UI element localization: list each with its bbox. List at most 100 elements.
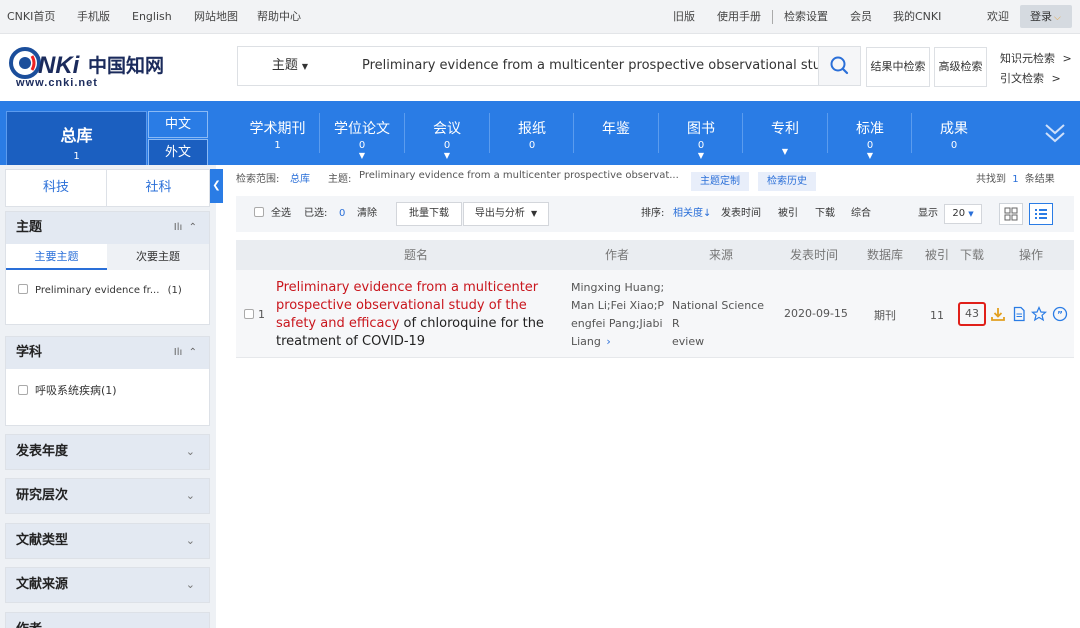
table-row: 1 Preliminary evidence from a multicente… <box>236 270 1074 358</box>
tab-secondary-topic[interactable]: 次要主题 <box>107 244 209 270</box>
results-table-header: 题名 作者 来源 发表时间 数据库 被引 下载 操作 <box>236 240 1074 270</box>
html-read-icon[interactable] <box>1011 306 1027 322</box>
discipline-facet-header[interactable]: 学科 Ilı ⌃ <box>6 337 209 369</box>
search-history-button[interactable]: 检索历史 <box>758 172 816 191</box>
batch-download-button[interactable]: 批量下载 <box>396 202 462 226</box>
chart-collapse-icons[interactable]: Ilı ⌃ <box>174 337 197 369</box>
mobile-link[interactable]: 手机版 <box>77 0 110 34</box>
advanced-search-button[interactable]: 高级检索 <box>934 47 987 87</box>
login-button[interactable]: 登录 ⌵ <box>1020 5 1072 28</box>
tab-standards[interactable]: 标准 0 ▼ <box>828 101 912 165</box>
page-size-select[interactable]: 20 ▼ <box>944 204 982 224</box>
tab-science[interactable]: 科技 <box>6 170 107 206</box>
source-line: National Science R <box>672 299 764 330</box>
citation-search-link[interactable]: 引文检索 > <box>1000 70 1061 86</box>
favorite-icon[interactable] <box>1030 306 1048 322</box>
facet-research-level[interactable]: 研究层次 ⌄ <box>5 478 210 514</box>
selected-count: 0 <box>339 208 346 219</box>
search-button[interactable] <box>818 47 860 85</box>
discipline-facet-item[interactable]: 呼吸系统疾病(1) <box>18 382 117 398</box>
facet-document-type-label: 文献类型 <box>16 533 69 548</box>
download-icon-svg <box>991 308 1005 321</box>
facet-document-type[interactable]: 文献类型 ⌄ <box>5 523 210 559</box>
checkbox[interactable] <box>18 284 28 294</box>
tab-books[interactable]: 图书 0 ▼ <box>659 101 743 165</box>
select-all[interactable]: 全选 <box>254 196 291 232</box>
sort-comprehensive[interactable]: 综合 <box>851 196 871 232</box>
scope-value[interactable]: 总库 <box>290 170 310 185</box>
tab-conferences[interactable]: 会议 0 ▼ <box>405 101 489 165</box>
tab-yearbooks[interactable]: 年鉴 <box>574 101 658 165</box>
sort-publish-time[interactable]: 发表时间 <box>721 196 761 232</box>
facet-author[interactable]: 作者 <box>5 612 210 628</box>
grid-view-button[interactable] <box>999 203 1023 225</box>
search-box: 主题 ▼ Preliminary evidence from a multicen… <box>237 46 861 86</box>
search-field-select[interactable]: 主题 ▼ <box>238 47 342 85</box>
discipline-facet-title: 学科 <box>16 345 43 360</box>
chevron-right-icon[interactable]: › <box>606 335 610 348</box>
newspapers-label: 报纸 <box>518 121 546 137</box>
download-icon[interactable] <box>990 306 1006 322</box>
topic-subtabs: 主要主题 次要主题 <box>6 244 209 270</box>
custom-topic-button[interactable]: 主题定制 <box>691 172 749 191</box>
chevron-down-icon: ▼ <box>781 147 789 156</box>
authors-cell[interactable]: Mingxing Huang; Man Li;Fei Xiao;P engfei… <box>571 279 666 351</box>
facet-source[interactable]: 文献来源 ⌄ <box>5 567 210 603</box>
english-link[interactable]: English <box>132 0 172 34</box>
checkbox[interactable] <box>244 309 254 319</box>
cited-count[interactable]: 11 <box>930 309 944 322</box>
sort-label: 排序: <box>641 208 665 219</box>
tab-main-topic[interactable]: 主要主题 <box>6 244 107 270</box>
sort-downloads[interactable]: 下载 <box>815 196 835 232</box>
help-link[interactable]: 帮助中心 <box>257 0 301 34</box>
manual-link[interactable]: 使用手册 <box>717 0 761 34</box>
topic-facet-header[interactable]: 主题 Ilı ⌃ <box>6 212 209 244</box>
member-link[interactable]: 会员 <box>850 0 872 34</box>
sort-relevance[interactable]: 相关度↓ <box>673 196 711 232</box>
cnki-logo[interactable]: NKi 中国知网 www.cnki.net <box>8 46 170 89</box>
search-in-results-button[interactable]: 结果中检索 <box>866 47 930 87</box>
result-count: 共找到 1 条结果 <box>976 170 1055 185</box>
expand-nav-button[interactable] <box>1040 121 1070 147</box>
export-analysis-button[interactable]: 导出与分析 ▼ <box>463 202 549 226</box>
col-title: 题名 <box>403 248 428 262</box>
search-settings-link[interactable]: 检索设置 <box>784 0 828 34</box>
chart-collapse-icons[interactable]: Ilı ⌃ <box>174 212 197 244</box>
clear-selection-link[interactable]: 清除 <box>357 196 377 232</box>
selected-label: 已选: <box>304 208 328 219</box>
tab-achievements[interactable]: 成果 0 <box>912 101 996 165</box>
search-input[interactable]: Preliminary evidence from a multicenter … <box>362 47 818 85</box>
knowledge-search-link[interactable]: 知识元检索 > <box>1000 50 1072 66</box>
source-link[interactable]: National Science R eview <box>672 297 772 351</box>
list-view-button[interactable] <box>1029 203 1053 225</box>
header: NKi 中国知网 www.cnki.net 主题 ▼ Preliminary ev… <box>0 34 1080 101</box>
cite-icon[interactable]: ” <box>1052 306 1068 322</box>
tab-social-science[interactable]: 社科 <box>108 170 209 206</box>
select-all-label: 全选 <box>271 208 291 219</box>
col-cited: 被引 <box>924 248 949 262</box>
lang-chinese-button[interactable]: 中文 <box>148 111 208 138</box>
tab-newspapers[interactable]: 报纸 0 <box>490 101 574 165</box>
logo-url: www.cnki.net <box>15 77 98 88</box>
search-icon <box>830 56 849 75</box>
result-title-link[interactable]: Preliminary evidence from a multicenter … <box>276 279 556 351</box>
tab-journals[interactable]: 学术期刊 1 <box>235 101 320 165</box>
tab-dissertations[interactable]: 学位论文 0 ▼ <box>320 101 404 165</box>
sort-cited[interactable]: 被引 <box>778 196 798 232</box>
tab-total-library[interactable]: 总库 1 <box>6 111 147 165</box>
old-version-link[interactable]: 旧版 <box>673 0 695 34</box>
checkbox[interactable] <box>18 385 28 395</box>
achievements-label: 成果 <box>940 121 968 137</box>
checkbox[interactable] <box>254 207 264 217</box>
topic-facet-item[interactable]: Preliminary evidence fr... (1) <box>18 284 182 296</box>
arrow-down-icon: ↓ <box>703 208 712 219</box>
cnki-home-link[interactable]: CNKI首页 <box>7 0 55 34</box>
tab-patents[interactable]: 专利 ▼ <box>743 101 827 165</box>
collapse-sidebar-button[interactable]: ❮ <box>210 169 223 203</box>
lang-foreign-button[interactable]: 外文 <box>148 139 208 166</box>
facet-publish-year[interactable]: 发表年度 ⌄ <box>5 434 210 470</box>
my-cnki-link[interactable]: 我的CNKI <box>893 0 941 34</box>
download-count[interactable]: 43 <box>958 302 986 326</box>
sitemap-link[interactable]: 网站地图 <box>194 0 238 34</box>
row-select[interactable]: 1 <box>244 308 265 321</box>
